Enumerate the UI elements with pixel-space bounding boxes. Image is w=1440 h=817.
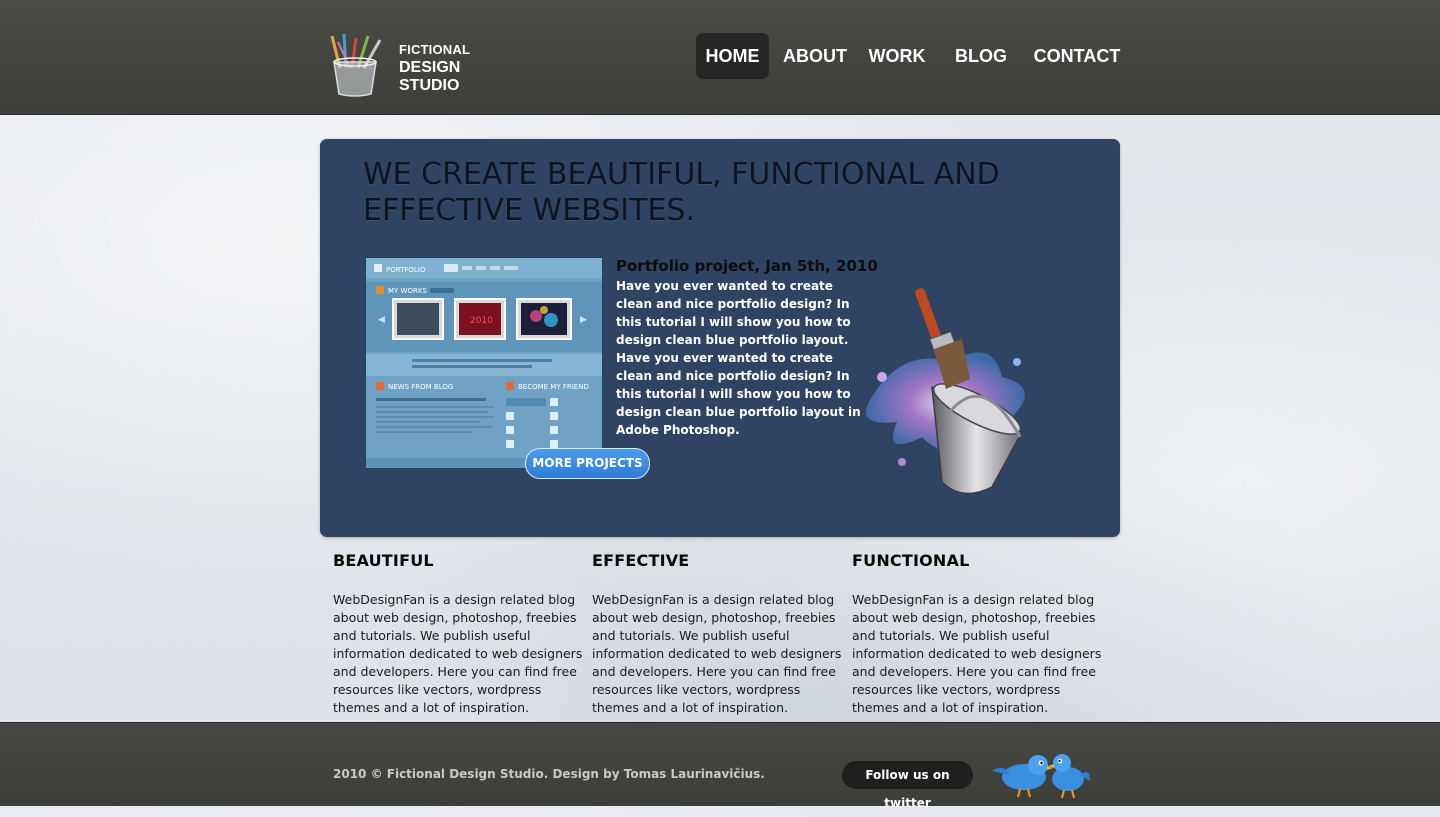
nav-contact[interactable]: CONTACT — [1030, 33, 1124, 79]
portfolio-thumbnail-image: PORTFOLIO MY WORKS 2010 ◀ ▶ NEWS FROM BL… — [366, 258, 602, 468]
paint-bucket-brush-icon — [865, 288, 1025, 495]
hero-title: WE CREATE BEAUTIFUL, FUNCTIONAL AND EFFE… — [363, 157, 1003, 229]
svg-text:▶: ▶ — [580, 315, 587, 325]
hero-title-line-2: EFFECTIVE WEBSITES. — [363, 193, 695, 228]
feature-text: WebDesignFan is a design related blog ab… — [592, 592, 842, 715]
svg-text:◀: ◀ — [378, 315, 385, 325]
thumb-logo: PORTFOLIO — [386, 266, 426, 274]
thumb-section-friend: BECOME MY FRIEND — [518, 383, 589, 391]
follow-twitter-button[interactable]: Follow us on twitter — [842, 761, 973, 810]
pencil-cup-icon[interactable] — [326, 32, 384, 98]
project-title[interactable]: Portfolio project, Jan 5th, 2010 — [616, 257, 878, 275]
brand-logo-text[interactable]: FICTIONAL DESIGN STUDIO — [399, 41, 470, 95]
hero-panel: WE CREATE BEAUTIFUL, FUNCTIONAL AND EFFE… — [320, 139, 1120, 537]
twitter-birds-icon[interactable] — [990, 741, 1092, 801]
site-header: FICTIONAL DESIGN STUDIO HOME ABOUT WORK … — [0, 0, 1440, 115]
nav-work[interactable]: WORK — [864, 33, 930, 79]
brand-line-3: STUDIO — [399, 77, 460, 94]
brand-line-2: DESIGN — [399, 59, 461, 76]
nav-about[interactable]: ABOUT — [780, 33, 850, 79]
copyright-text: 2010 © Fictional Design Studio. Design b… — [333, 767, 765, 781]
portfolio-thumbnail[interactable]: PORTFOLIO MY WORKS 2010 ◀ ▶ NEWS FROM BL… — [365, 257, 603, 469]
brand-line-1: FICTIONAL — [399, 42, 471, 57]
hero-title-line-1: WE CREATE BEAUTIFUL, FUNCTIONAL AND — [363, 157, 1000, 192]
thumb-section-news: NEWS FROM BLOG — [388, 383, 453, 391]
feature-title: BEAUTIFUL — [333, 551, 434, 570]
feature-text: WebDesignFan is a design related blog ab… — [333, 592, 583, 715]
thumb-section-my-works: MY WORKS — [388, 287, 427, 295]
thumb-2010-label: 2010 — [470, 316, 493, 326]
more-projects-button[interactable]: MORE PROJECTS — [525, 448, 650, 479]
nav-blog[interactable]: BLOG — [950, 33, 1012, 79]
site-footer: 2010 © Fictional Design Studio. Design b… — [0, 722, 1440, 810]
feature-title: EFFECTIVE — [592, 551, 690, 570]
feature-text: WebDesignFan is a design related blog ab… — [852, 592, 1102, 715]
project-description: Have you ever wanted to create clean and… — [616, 279, 861, 437]
feature-column-functional: FUNCTIONAL WebDesignFan is a design rela… — [852, 551, 1101, 715]
feature-column-effective: EFFECTIVE WebDesignFan is a design relat… — [592, 551, 841, 715]
nav-home[interactable]: HOME — [696, 33, 769, 79]
feature-title: FUNCTIONAL — [852, 551, 970, 570]
feature-column-beautiful: BEAUTIFUL WebDesignFan is a design relat… — [333, 551, 582, 715]
